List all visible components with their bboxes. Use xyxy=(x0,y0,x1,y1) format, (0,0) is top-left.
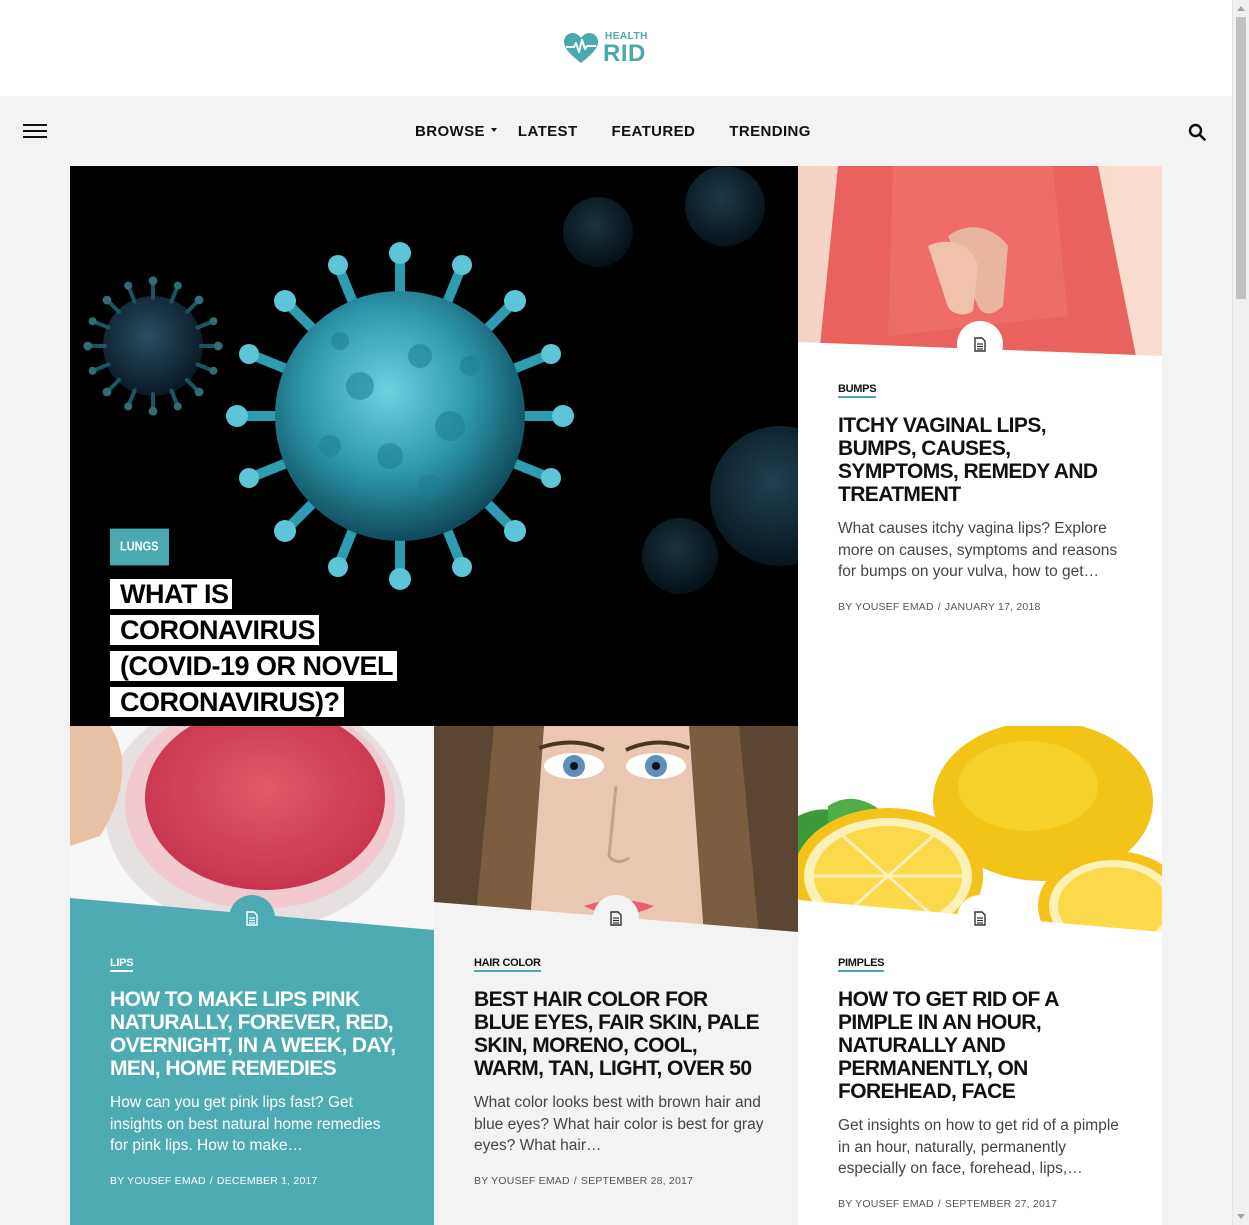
vertical-scrollbar[interactable] xyxy=(1232,0,1249,1225)
article-card[interactable]: BUMPS ITCHY VAGINAL LIPS, BUMPS, CAUSES,… xyxy=(798,166,1162,726)
card-meta: BY YOUSEF EMAD / SEPTEMBER 28, 2017 xyxy=(474,1175,764,1187)
card-body: HAIR COLOR BEST HAIR COLOR FOR BLUE EYES… xyxy=(474,953,764,1187)
card-title[interactable]: HOW TO MAKE LIPS PINK NATURALLY, FOREVER… xyxy=(110,988,400,1080)
card-excerpt: What color looks best with brown hair an… xyxy=(474,1094,764,1154)
nav-item-label: BROWSE xyxy=(415,123,485,140)
article-card[interactable]: PIMPLES HOW TO GET RID OF A PIMPLE IN AN… xyxy=(798,726,1162,1225)
card-category[interactable]: PIMPLES xyxy=(838,957,884,972)
meta-separator: / xyxy=(209,1174,213,1187)
article-card[interactable]: HAIR COLOR BEST HAIR COLOR FOR BLUE EYES… xyxy=(434,726,798,1225)
card-author[interactable]: BY YOUSEF EMAD xyxy=(838,601,934,613)
main-nav: BROWSE LATEST FEATURED TRENDING xyxy=(0,96,1232,166)
card-author[interactable]: BY YOUSEF EMAD xyxy=(838,1198,934,1210)
card-date: SEPTEMBER 27, 2017 xyxy=(944,1197,1058,1210)
card-title[interactable]: ITCHY VAGINAL LIPS, BUMPS, CAUSES, SYMPT… xyxy=(838,414,1128,506)
site-logo[interactable]: HEALTH RID xyxy=(563,30,663,67)
hero-article[interactable]: LUNGS WHAT IS CORONAVIRUS (COVID-19 OR N… xyxy=(70,166,798,726)
site-header: HEALTH RID xyxy=(0,0,1232,96)
heart-pulse-icon xyxy=(564,33,598,63)
nav-item-latest[interactable]: LATEST xyxy=(518,123,578,140)
card-meta: BY YOUSEF EMAD / DECEMBER 1, 2017 xyxy=(110,1175,400,1187)
hamburger-menu-icon[interactable] xyxy=(23,124,47,138)
card-category[interactable]: BUMPS xyxy=(838,383,877,398)
meta-separator: / xyxy=(573,1174,577,1187)
article-card[interactable]: LIPS HOW TO MAKE LIPS PINK NATURALLY, FO… xyxy=(70,726,434,1225)
card-meta: BY YOUSEF EMAD / SEPTEMBER 27, 2017 xyxy=(838,1198,1128,1210)
caret-down-icon xyxy=(490,128,497,132)
card-category[interactable]: HAIR COLOR xyxy=(474,957,541,972)
card-excerpt: How can you get pink lips fast? Get insi… xyxy=(110,1094,381,1154)
card-title[interactable]: HOW TO GET RID OF A PIMPLE IN AN HOUR, N… xyxy=(838,988,1128,1103)
card-author[interactable]: BY YOUSEF EMAD xyxy=(474,1175,570,1187)
card-excerpt: What causes itchy vagina lips? Explore m… xyxy=(838,520,1118,580)
card-date: DECEMBER 1, 2017 xyxy=(216,1174,318,1187)
document-icon[interactable] xyxy=(593,895,639,941)
scrollbar-thumb[interactable] xyxy=(1236,17,1246,299)
document-icon[interactable] xyxy=(957,321,1003,367)
hero-title-text: WHAT IS CORONAVIRUS (COVID-19 OR NOVEL C… xyxy=(110,579,398,717)
card-excerpt: Get insights on how to get rid of a pimp… xyxy=(838,1117,1119,1177)
document-icon[interactable] xyxy=(229,895,275,941)
search-icon[interactable] xyxy=(1188,123,1206,141)
scroll-up-arrow-icon[interactable] xyxy=(1237,6,1245,11)
meta-separator: / xyxy=(937,1197,941,1210)
card-date: SEPTEMBER 28, 2017 xyxy=(580,1174,694,1187)
logo-line2: RID xyxy=(603,40,646,67)
card-author[interactable]: BY YOUSEF EMAD xyxy=(110,1175,206,1187)
hero-category-badge[interactable]: LUNGS xyxy=(110,528,169,566)
nav-menu: BROWSE LATEST FEATURED TRENDING xyxy=(415,123,811,140)
hero-title[interactable]: WHAT IS CORONAVIRUS (COVID-19 OR NOVEL C… xyxy=(110,576,410,720)
card-date: JANUARY 17, 2018 xyxy=(944,600,1041,613)
meta-separator: / xyxy=(937,600,941,613)
card-meta: BY YOUSEF EMAD / JANUARY 17, 2018 xyxy=(838,601,1128,613)
document-icon[interactable] xyxy=(957,895,1003,941)
nav-item-featured[interactable]: FEATURED xyxy=(612,123,696,140)
card-title[interactable]: BEST HAIR COLOR FOR BLUE EYES, FAIR SKIN… xyxy=(474,988,764,1080)
scroll-down-arrow-icon[interactable] xyxy=(1237,1214,1245,1219)
card-body: LIPS HOW TO MAKE LIPS PINK NATURALLY, FO… xyxy=(110,953,400,1187)
card-body: BUMPS ITCHY VAGINAL LIPS, BUMPS, CAUSES,… xyxy=(838,379,1128,613)
card-category[interactable]: LIPS xyxy=(110,957,134,972)
card-body: PIMPLES HOW TO GET RID OF A PIMPLE IN AN… xyxy=(838,953,1128,1210)
nav-item-browse[interactable]: BROWSE xyxy=(415,123,497,140)
nav-item-trending[interactable]: TRENDING xyxy=(729,123,811,140)
